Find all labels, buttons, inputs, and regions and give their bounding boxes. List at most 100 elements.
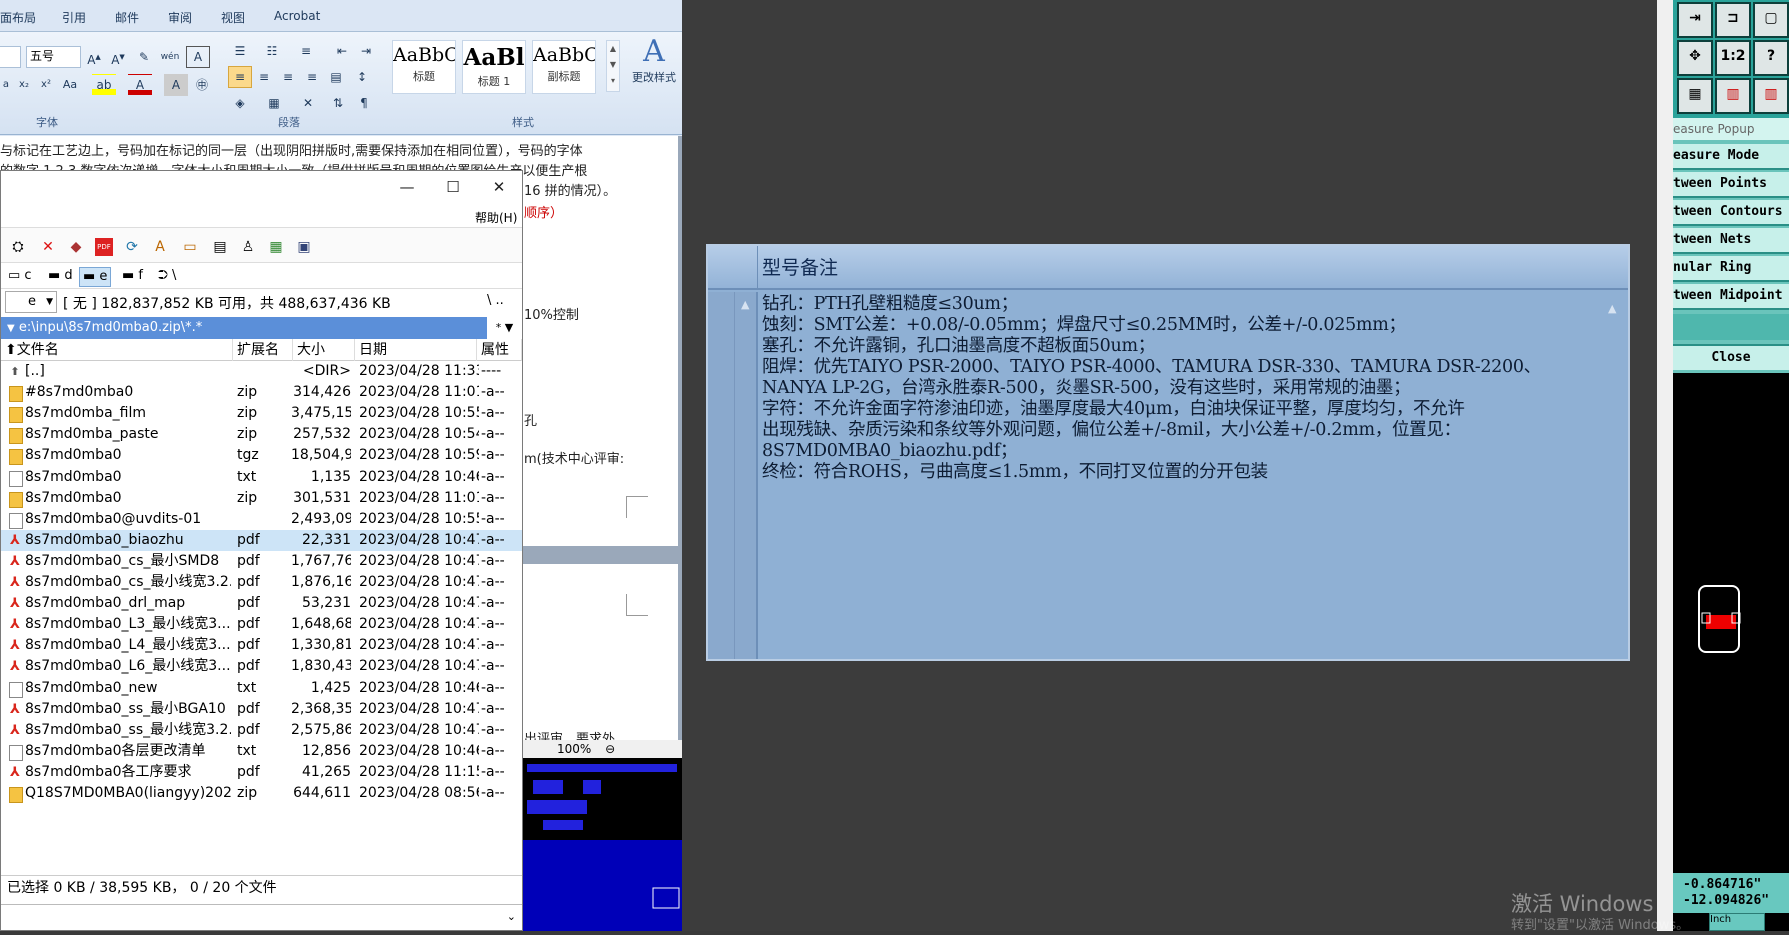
style-heading-1[interactable]: AaBl 标题 1 (462, 40, 526, 94)
chinese-layout-icon[interactable]: ✕ (296, 92, 320, 114)
tab-acrobat[interactable]: Acrobat (274, 9, 320, 23)
menu-between-nets[interactable]: tween Nets (1673, 228, 1789, 254)
tab-view[interactable]: 视图 (221, 9, 245, 26)
menu-between-contours[interactable]: tween Contours (1673, 200, 1789, 226)
scroll-up-icon[interactable]: ▲ (741, 298, 749, 311)
char-shading-icon[interactable]: A (164, 74, 188, 96)
style-subtitle[interactable]: AaBbC 副标题 (532, 40, 596, 94)
line-spacing-icon[interactable]: ↕ (350, 66, 374, 88)
file-row[interactable]: ⅄ 8s7md0mba0_cs_最小线宽3.2.. pdf 1,876,169 2023… (1, 572, 522, 593)
multilevel-list-icon[interactable]: ≡ (294, 40, 318, 62)
file-row[interactable]: ⅄ 8s7md0mba0_cs_最小SMD8 pdf 1,767,760 2023/04… (1, 551, 522, 572)
phonetic-guide-icon[interactable]: wén (158, 46, 182, 68)
file-row[interactable]: 8s7md0mba0各层更改清单 txt 12,856 2023/04/28 10:4… (1, 741, 522, 762)
refresh-icon[interactable]: ⟳ (123, 238, 141, 256)
justify-icon[interactable]: ≡ (300, 66, 324, 88)
file-row[interactable]: 8s7md0mba0 txt 1,135 2023/04/28 10:46 -a-- (1, 467, 522, 488)
col-date[interactable]: 日期 (355, 339, 477, 361)
path-history-button[interactable]: * ▼ (487, 317, 522, 339)
move-icon[interactable]: ✥ (1677, 40, 1713, 76)
menu-help[interactable]: 帮助(H) (475, 209, 517, 226)
file-row[interactable]: 8s7md0mba0 tgz 18,504,959 2023/04/28 10:59-… (1, 445, 522, 466)
minimize-icon[interactable]: — (387, 175, 427, 199)
sort-icon[interactable]: ⇅ (326, 92, 350, 114)
zoom-out-icon[interactable]: ⊖ (595, 742, 615, 756)
file-row[interactable]: 8s7md0mba_paste zip 257,532 2023/04/28 10:5… (1, 424, 522, 445)
menu-between-points[interactable]: tween Points (1673, 172, 1789, 198)
file-row[interactable]: #8s7md0mba0 zip 314,426 2023/04/28 11:01 -a-… (1, 382, 522, 403)
align-right-icon[interactable]: ≡ (276, 66, 300, 88)
font-size-select[interactable]: 五号 (26, 46, 81, 68)
unit-button[interactable]: Inch (1709, 913, 1765, 931)
align-center-icon[interactable]: ≡ (252, 66, 276, 88)
excel-icon[interactable]: ▦ (267, 238, 285, 256)
file-row[interactable]: 8s7md0mba0_new txt 1,425 2023/04/28 10:46 -a… (1, 678, 522, 699)
drc2-icon[interactable]: ▥ (1753, 78, 1789, 114)
close-button[interactable]: Close (1673, 346, 1789, 370)
col-name[interactable]: ⬆文件名 (1, 339, 233, 361)
delete-icon[interactable]: ✕ (39, 238, 57, 256)
drive-network[interactable]: ⮊ \ (155, 267, 179, 285)
explorer-icon[interactable]: ▣ (295, 238, 313, 256)
command-line[interactable]: ⌄ (1, 904, 522, 930)
file-row[interactable]: 8s7md0mba0 zip 301,531 2023/04/28 11:01 -a-- (1, 488, 522, 509)
borders-icon[interactable]: ▦ (262, 92, 286, 114)
align-left-icon[interactable]: ≡ (228, 66, 252, 88)
drive-e[interactable]: ▬ e (79, 267, 112, 287)
users-icon[interactable]: ♙ (239, 238, 257, 256)
menu-measure-mode[interactable]: easure Mode (1673, 144, 1789, 170)
subscript-icon[interactable]: x₂ (12, 74, 36, 96)
bullets-icon[interactable]: ☰ (228, 40, 252, 62)
superscript-icon[interactable]: x² (34, 74, 58, 96)
root-parent-buttons[interactable]: \ .. (487, 293, 504, 308)
tab-references[interactable]: 引用 (62, 9, 86, 26)
chevron-down-icon[interactable]: ⌄ (507, 910, 516, 923)
col-ext[interactable]: 扩展名 (233, 339, 293, 361)
pan-icon[interactable]: ⊐ (1715, 2, 1751, 38)
highlight-icon[interactable]: ab (92, 74, 116, 96)
file-row[interactable]: 8s7md0mba_film zip 3,475,153 2023/04/28 10:… (1, 403, 522, 424)
tab-review[interactable]: 审阅 (168, 9, 192, 26)
style-heading[interactable]: AaBbC 标题 (392, 40, 456, 94)
numbering-icon[interactable]: ☷ (260, 40, 284, 62)
step-in-icon[interactable]: ⇥ (1677, 2, 1713, 38)
frame-icon[interactable]: ▢ (1753, 2, 1789, 38)
col-attr[interactable]: 属性 (477, 339, 522, 361)
file-row[interactable]: ⅄ 8s7md0mba0_ss_最小线宽3.2.. pdf 2,575,863 2023… (1, 720, 522, 741)
history-dropdown-icon[interactable]: ▼ (1, 323, 15, 334)
file-row[interactable]: ⬆ [..] <DIR> 2023/04/28 11:33 ---- (1, 361, 522, 382)
file-row[interactable]: ⅄ 8s7md0mba0_L6_最小线宽3... pdf 1,830,439 2023/… (1, 656, 522, 677)
winrar-icon[interactable]: ◆ (67, 238, 85, 256)
file-row[interactable]: ⅄ 8s7md0mba0各工序要求 pdf 41,265 2023/04/28 11:1… (1, 762, 522, 783)
show-marks-icon[interactable]: ¶ (352, 92, 376, 114)
file-row[interactable]: ⅄ 8s7md0mba0_L3_最小线宽3... pdf 1,648,689 2023/… (1, 614, 522, 635)
col-size[interactable]: 大小 (293, 339, 355, 361)
shrink-font-icon[interactable]: A▼ (106, 46, 130, 68)
drive-d[interactable]: ▬ d (45, 267, 76, 285)
notepad-icon[interactable]: ▤ (211, 238, 229, 256)
network-icon[interactable]: ⛭ (9, 238, 27, 256)
file-row[interactable]: 8s7md0mba0@uvdits-01 2,493,091 2023/04/28 … (1, 509, 522, 530)
file-row[interactable]: ⅄ 8s7md0mba0_biaozhu pdf 22,331 2023/04/28 1… (1, 529, 522, 551)
change-case-icon[interactable]: Aa (58, 74, 82, 96)
maximize-icon[interactable]: ☐ (433, 175, 473, 199)
enclose-char-icon[interactable]: ㊥ (190, 74, 214, 96)
font-icon[interactable]: A (151, 238, 169, 256)
change-styles-button[interactable]: A 更改样式 (626, 34, 682, 96)
font-name-select[interactable] (0, 46, 21, 68)
file-row[interactable]: Q18S7MD0MBA0(liangyy)202.. zip 644,611 2023… (1, 783, 522, 804)
drive-select[interactable]: e ▼ (5, 291, 57, 313)
help-icon[interactable]: ? (1753, 40, 1789, 76)
current-path[interactable]: e:\inpu\8s7md0mba0.zip\*.* (19, 320, 202, 335)
styles-scroll[interactable]: ▲ ▼ ▾ (606, 40, 620, 92)
clear-format-icon[interactable]: ✎ (132, 46, 156, 68)
pdf-icon[interactable]: PDF (95, 238, 113, 256)
scroll-up-icon[interactable]: ▲ (1608, 302, 1616, 315)
file-row[interactable]: ⅄ 8s7md0mba0_drl_map pdf 53,231 2023/04/28 1… (1, 593, 522, 614)
close-icon[interactable]: ✕ (479, 175, 519, 199)
drive-c[interactable]: ▭ c (5, 267, 35, 285)
menu-between-midpoint[interactable]: tween Midpoint (1673, 284, 1789, 310)
tab-page-layout[interactable]: 面布局 (0, 9, 36, 26)
document-icon[interactable]: ▭ (181, 238, 199, 256)
tab-mailings[interactable]: 邮件 (115, 9, 139, 26)
